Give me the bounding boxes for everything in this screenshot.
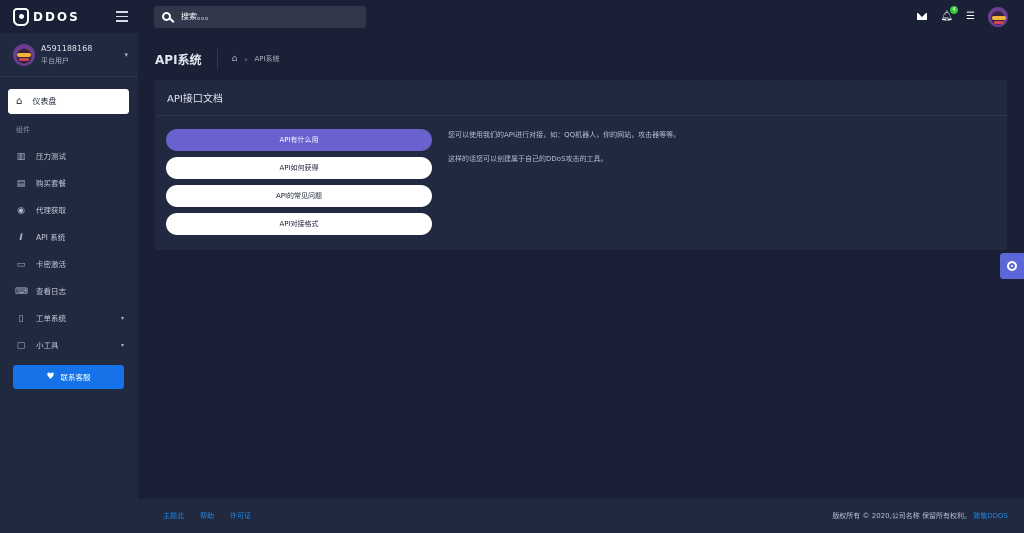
copyright-link[interactable]: 致敬DDOS: [973, 512, 1008, 520]
avatar: [13, 43, 35, 66]
brand-bar: DDOS: [0, 0, 138, 33]
sidebar-item-proxy[interactable]: ◉ 代理获取: [0, 197, 138, 224]
search-input[interactable]: 搜索。。。: [181, 11, 213, 22]
layers-button[interactable]: ☰: [966, 11, 975, 22]
tab-api-obtain[interactable]: API如何获得: [166, 157, 432, 179]
chevron-down-icon: ▾: [124, 50, 128, 59]
tab-list: API有什么用 API如何获得 API的常见问题 API对接格式: [166, 129, 432, 241]
tab-content: 您可以使用我们的API进行对接，如：QQ机器人，你的网站，攻击器等等。 这样的话…: [448, 130, 680, 178]
user-role: 平台用户: [41, 56, 69, 65]
sidebar-item-api[interactable]: I API 系统: [0, 224, 138, 251]
home-icon[interactable]: ⌂: [232, 54, 238, 64]
keyboard-icon: ⌨: [15, 286, 28, 297]
sidebar-nav: ▥ 压力测试 ▤ 购买套餐 ◉ 代理获取 I API 系统 ▭ 卡密激活 ⌨ 查…: [0, 143, 138, 359]
brand-name: DDOS: [33, 9, 80, 24]
sidebar-item-label: 小工具: [36, 341, 59, 350]
sidebar-item-buy-plan[interactable]: ▤ 购买套餐: [0, 170, 138, 197]
brand-logo-link[interactable]: DDOS: [13, 7, 80, 26]
top-navbar: 搜索。。。 🔔︎ 4 ☰: [138, 0, 1024, 33]
sidebar-item-label: 代理获取: [36, 206, 66, 215]
sidebar-item-label: API 系统: [36, 233, 66, 242]
content-paragraph: 您可以使用我们的API进行对接，如：QQ机器人，你的网站，攻击器等等。: [448, 131, 681, 139]
footer-link-license[interactable]: 许可证: [230, 511, 251, 521]
footer-link-help[interactable]: 帮助: [200, 511, 214, 521]
chevron-down-icon: ▾: [120, 315, 124, 322]
tablet-icon: ▯: [18, 313, 24, 324]
sidebar-item-logs[interactable]: ⌨ 查看日志: [0, 278, 138, 305]
sidebar-item-stress-test[interactable]: ▥ 压力测试: [0, 143, 138, 170]
sidebar-item-label: 压力测试: [36, 152, 66, 161]
sidebar-item-label: 购买套餐: [36, 179, 66, 188]
footer-link-theme[interactable]: 主题北: [163, 511, 184, 521]
menu-toggle-icon[interactable]: [116, 11, 128, 22]
heart-icon: ♥: [46, 372, 55, 382]
italic-icon: I: [19, 232, 23, 243]
api-docs-card: API接口文档 API有什么用 API如何获得 API的常见问题 API对接格式…: [155, 80, 1007, 250]
sidebar-item-tickets[interactable]: ▯ 工单系统 ▾: [0, 305, 138, 332]
sidebar-item-card-activate[interactable]: ▭ 卡密激活: [0, 251, 138, 278]
tab-api-format[interactable]: API对接格式: [166, 213, 432, 235]
search-icon[interactable]: [162, 12, 171, 21]
tab-api-purpose[interactable]: API有什么用: [166, 129, 432, 151]
tab-api-faq[interactable]: API的常见问题: [166, 185, 432, 207]
webcam-icon: ◉: [17, 205, 25, 216]
contact-support-button[interactable]: ♥ 联系客服: [13, 365, 124, 389]
card-header: API接口文档: [155, 80, 1007, 116]
breadcrumb[interactable]: API系统: [254, 54, 279, 64]
profile-avatar[interactable]: [988, 6, 1008, 27]
sidebar-item-label: 工单系统: [36, 314, 66, 323]
chevron-down-icon: ▾: [120, 342, 124, 349]
notification-badge: 4: [950, 6, 959, 14]
layers-icon: ☰: [966, 11, 975, 22]
sidebar-item-tools[interactable]: ▢ 小工具 ▾: [0, 332, 138, 359]
monitor-icon: ▢: [16, 340, 26, 351]
brand-logo-icon: [13, 7, 29, 26]
footer: 主题北 帮助 许可证 版权所有 © 2020,公司名称 保留所有权利。 致敬DD…: [138, 499, 1024, 533]
messages-button[interactable]: [917, 13, 928, 20]
search-box[interactable]: 搜索。。。: [154, 5, 366, 28]
copyright-text: 版权所有 © 2020,公司名称 保留所有权利。: [832, 512, 972, 520]
settings-button[interactable]: [1000, 253, 1024, 279]
page-title: API系统: [155, 52, 202, 67]
page-header: API系统 ⌂ › API系统: [155, 48, 280, 70]
sidebar-item-label: 仪表盘: [32, 97, 57, 106]
bar-chart-icon: ▥: [16, 151, 26, 162]
home-icon: ⌂: [16, 96, 23, 107]
id-card-icon: ▭: [16, 259, 26, 270]
sidebar-item-label: 查看日志: [36, 287, 66, 296]
card-title: API接口文档: [167, 94, 223, 105]
copyright: 版权所有 © 2020,公司名称 保留所有权利。 致敬DDOS: [832, 511, 1008, 521]
store-icon: ▤: [16, 178, 26, 189]
sidebar-item-label: 卡密激活: [36, 260, 66, 269]
contact-support-label: 联系客服: [60, 372, 91, 382]
notifications-button[interactable]: 🔔︎ 4: [940, 6, 959, 22]
sidebar: DDOS A591188168 平台用户 ▾ ⌂ 仪表盘 组件 ▥ 压力测试 ▤…: [0, 0, 138, 533]
sidebar-item-dashboard[interactable]: ⌂ 仪表盘: [8, 89, 129, 114]
content-paragraph: 这样的话您可以创建属于自己的DDoS攻击的工具。: [448, 155, 608, 163]
header-divider: [216, 49, 218, 69]
gear-icon: [1007, 261, 1017, 271]
chevron-right-icon: ›: [244, 54, 248, 64]
sidebar-section-title: 组件: [16, 126, 30, 134]
user-panel[interactable]: A591188168 平台用户 ▾: [0, 33, 138, 77]
user-name: A591188168: [41, 43, 93, 53]
envelope-icon: [917, 13, 928, 20]
